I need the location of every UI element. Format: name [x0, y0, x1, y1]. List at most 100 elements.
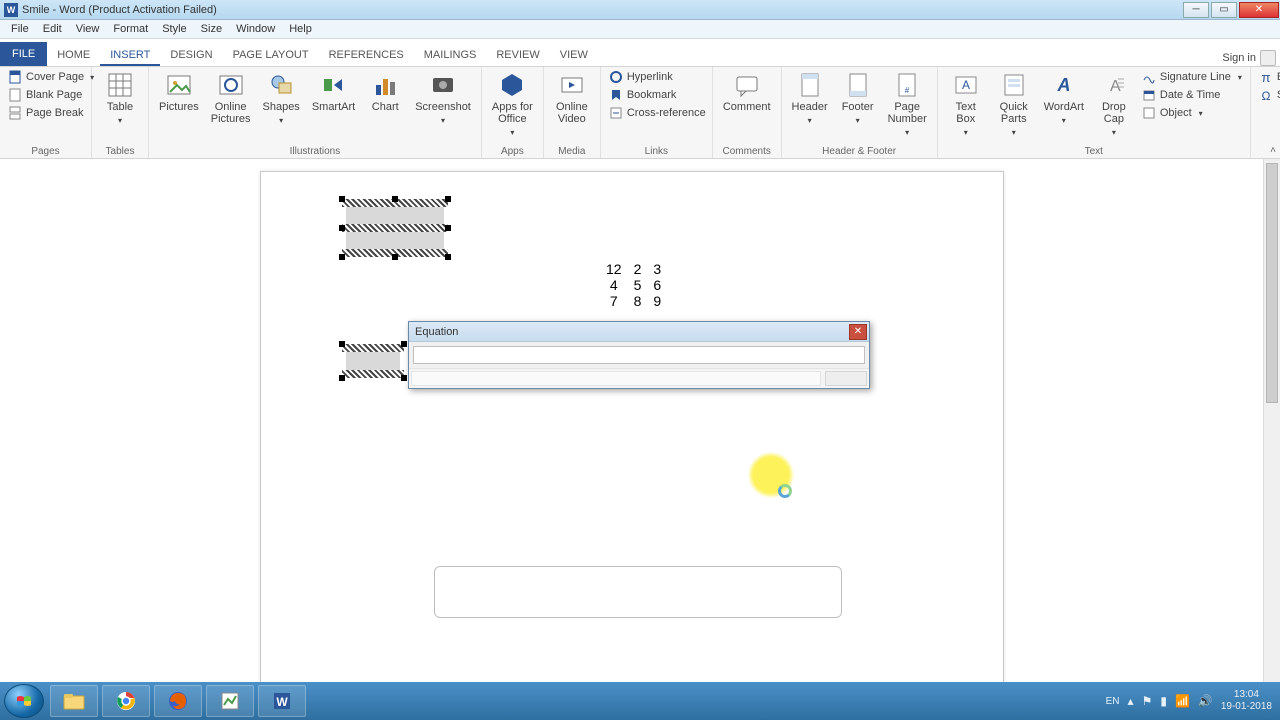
smartart-button[interactable]: SmartArt [308, 69, 359, 115]
collapse-ribbon-button[interactable]: ˄ [1270, 145, 1276, 156]
equation-dialog: Equation ✕ [408, 321, 870, 389]
menu-bar: File Edit View Format Style Size Window … [0, 20, 1280, 39]
tab-file[interactable]: FILE [0, 42, 47, 66]
pictures-button[interactable]: Pictures [155, 69, 203, 115]
blank-page-button[interactable]: Blank Page [6, 87, 96, 103]
pictures-icon [165, 71, 193, 99]
taskbar-firefox[interactable] [154, 685, 202, 717]
drop-cap-button[interactable]: A Drop Cap▾ [1092, 69, 1136, 141]
shapes-icon [267, 71, 295, 99]
tab-insert[interactable]: INSERT [100, 43, 160, 66]
object-button[interactable]: Object▾ [1140, 105, 1244, 121]
quick-parts-button[interactable]: Quick Parts▾ [992, 69, 1036, 141]
start-button[interactable] [4, 684, 44, 718]
tray-date: 19-01-2018 [1221, 701, 1272, 713]
equation-button[interactable]: π Equation▾ [1257, 69, 1280, 85]
chart-button[interactable]: Chart [363, 69, 407, 115]
scrollbar-thumb[interactable] [1266, 163, 1278, 403]
group-media: Online Video Media [544, 67, 601, 158]
date-time-button[interactable]: Date & Time [1140, 87, 1244, 103]
equation-object-selected-1[interactable] [342, 199, 448, 257]
menu-style[interactable]: Style [155, 23, 193, 35]
signature-icon [1142, 70, 1156, 84]
tab-review[interactable]: REVIEW [486, 43, 549, 66]
header-button[interactable]: Header▾ [788, 69, 832, 129]
group-text: A Text Box▾ Quick Parts▾ A WordArt▾ A Dr… [938, 67, 1251, 158]
tray-time: 13:04 [1221, 689, 1272, 701]
footer-button[interactable]: Footer▾ [836, 69, 880, 129]
online-video-button[interactable]: Online Video [550, 69, 594, 127]
dialog-status-area [411, 371, 821, 386]
tab-mailings[interactable]: MAILINGS [414, 43, 487, 66]
tab-page-layout[interactable]: PAGE LAYOUT [223, 43, 319, 66]
group-text-label: Text [944, 144, 1244, 158]
tray-chevron-up-icon[interactable]: ▴ [1128, 694, 1134, 708]
tray-network-icon[interactable]: 📶 [1175, 694, 1190, 708]
tray-clock[interactable]: 13:04 19-01-2018 [1221, 689, 1272, 713]
taskbar-explorer[interactable] [50, 685, 98, 717]
taskbar-word[interactable]: W [258, 685, 306, 717]
svg-text:W: W [276, 695, 288, 709]
page-break-button[interactable]: Page Break [6, 105, 96, 121]
vertical-scrollbar[interactable] [1263, 159, 1280, 682]
tray-language[interactable]: EN [1106, 696, 1120, 707]
date-time-icon [1142, 88, 1156, 102]
hyperlink-button[interactable]: Hyperlink [607, 69, 708, 85]
group-header-footer-label: Header & Footer [788, 144, 931, 158]
tab-references[interactable]: REFERENCES [319, 43, 414, 66]
close-button[interactable]: ✕ [1239, 2, 1279, 18]
page-number-button[interactable]: # Page Number▾ [884, 69, 931, 141]
cover-page-button[interactable]: Cover Page▾ [6, 69, 96, 85]
dialog-action-button[interactable] [825, 371, 867, 386]
menu-edit[interactable]: Edit [36, 23, 69, 35]
tab-view[interactable]: VIEW [550, 43, 598, 66]
shapes-button[interactable]: Shapes▾ [259, 69, 304, 129]
svg-text:A: A [962, 78, 970, 92]
taskbar-app[interactable] [206, 685, 254, 717]
tab-home[interactable]: HOME [47, 43, 100, 66]
cross-reference-icon [609, 106, 623, 120]
minimize-button[interactable]: ─ [1183, 2, 1209, 18]
menu-size[interactable]: Size [194, 23, 229, 35]
tray-battery-icon[interactable]: ▮ [1160, 694, 1167, 708]
table-button[interactable]: Table ▾ [98, 69, 142, 129]
text-box-button[interactable]: A Text Box▾ [944, 69, 988, 141]
cross-reference-button[interactable]: Cross-reference [607, 105, 708, 121]
cover-page-icon [8, 70, 22, 84]
chart-icon [371, 71, 399, 99]
bookmark-button[interactable]: Bookmark [607, 87, 708, 103]
busy-cursor-icon [778, 484, 792, 498]
quick-parts-icon [1000, 71, 1028, 99]
symbol-button[interactable]: Ω Symbol▾ [1257, 87, 1280, 103]
wordart-button[interactable]: A WordArt▾ [1040, 69, 1088, 129]
equation-input[interactable] [413, 346, 865, 364]
tab-design[interactable]: DESIGN [160, 43, 222, 66]
avatar-icon [1260, 50, 1276, 66]
dialog-titlebar[interactable]: Equation ✕ [409, 322, 869, 342]
menu-help[interactable]: Help [282, 23, 319, 35]
apps-for-office-button[interactable]: Apps for Office▾ [488, 69, 537, 141]
sign-in[interactable]: Sign in [1222, 50, 1276, 66]
symbol-icon: Ω [1259, 88, 1273, 102]
tray-flag-icon[interactable]: ⚑ [1142, 694, 1153, 708]
menu-view[interactable]: View [69, 23, 107, 35]
equation-object-selected-2[interactable] [342, 344, 404, 378]
tray-volume-icon[interactable]: 🔊 [1198, 694, 1213, 708]
taskbar-chrome[interactable] [102, 685, 150, 717]
group-media-label: Media [550, 144, 594, 158]
online-pictures-button[interactable]: Online Pictures [207, 69, 255, 127]
signature-line-button[interactable]: Signature Line▾ [1140, 69, 1244, 85]
equation-icon: π [1259, 70, 1273, 84]
empty-content-box[interactable] [434, 566, 842, 618]
word-app-icon: W [4, 3, 18, 17]
menu-window[interactable]: Window [229, 23, 282, 35]
maximize-button[interactable]: ▭ [1211, 2, 1237, 18]
online-pictures-icon [217, 71, 245, 99]
menu-file[interactable]: File [4, 23, 36, 35]
bookmark-icon [609, 88, 623, 102]
dialog-close-button[interactable]: ✕ [849, 324, 867, 340]
menu-format[interactable]: Format [106, 23, 155, 35]
svg-text:#: # [905, 86, 910, 95]
comment-button[interactable]: Comment [719, 69, 775, 115]
screenshot-button[interactable]: Screenshot▾ [411, 69, 475, 129]
